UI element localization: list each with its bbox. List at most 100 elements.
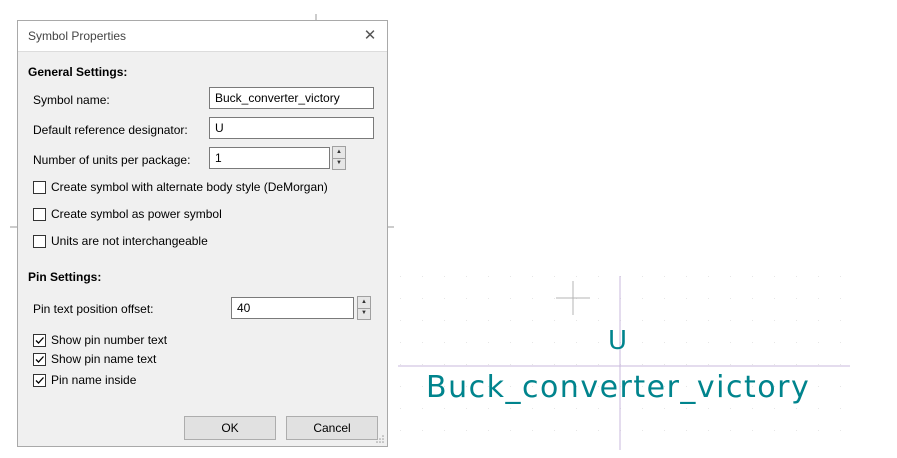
units-interchangeable-checkbox-label: Units are not interchangeable bbox=[51, 234, 208, 248]
grid-dot bbox=[510, 342, 511, 343]
grid-dot bbox=[510, 276, 511, 277]
grid-dot bbox=[422, 408, 423, 409]
dialog-titlebar[interactable]: Symbol Properties ✕ bbox=[18, 21, 387, 52]
resize-grip-icon[interactable] bbox=[375, 434, 385, 444]
grid-dot bbox=[796, 298, 797, 299]
grid-dot bbox=[554, 408, 555, 409]
grid-dot bbox=[708, 430, 709, 431]
grid-dot bbox=[532, 320, 533, 321]
grid-dot bbox=[708, 342, 709, 343]
demorgan-checkbox[interactable] bbox=[33, 181, 46, 194]
grid-dot bbox=[444, 430, 445, 431]
grid-dot bbox=[488, 342, 489, 343]
pin-offset-input[interactable]: 40 bbox=[231, 297, 354, 319]
grid-dot bbox=[466, 408, 467, 409]
grid-dot bbox=[642, 408, 643, 409]
pin-name-inside-checkbox[interactable] bbox=[33, 374, 46, 387]
grid-dot bbox=[598, 342, 599, 343]
grid-dot bbox=[840, 298, 841, 299]
grid-dot bbox=[730, 430, 731, 431]
grid-dot bbox=[818, 276, 819, 277]
grid-dot bbox=[752, 298, 753, 299]
grid-dot bbox=[752, 364, 753, 365]
grid-dot bbox=[686, 320, 687, 321]
checkmark-icon bbox=[35, 337, 44, 344]
symbol-value-text[interactable]: Buck_converter_victory bbox=[426, 370, 810, 406]
grid-dot bbox=[400, 320, 401, 321]
grid-dot bbox=[730, 298, 731, 299]
grid-dot bbox=[642, 430, 643, 431]
grid-dot bbox=[642, 320, 643, 321]
grid-dot bbox=[554, 320, 555, 321]
pin-settings-heading: Pin Settings: bbox=[28, 270, 102, 284]
show-pin-number-checkbox[interactable] bbox=[33, 334, 46, 347]
grid-dot bbox=[730, 408, 731, 409]
grid-dot bbox=[774, 342, 775, 343]
grid-dot bbox=[818, 386, 819, 387]
units-spin-control[interactable]: ▲ ▼ bbox=[332, 146, 346, 170]
grid-dot bbox=[576, 342, 577, 343]
power-symbol-checkbox[interactable] bbox=[33, 208, 46, 221]
grid-dot bbox=[840, 430, 841, 431]
grid-dot bbox=[576, 430, 577, 431]
grid-dot bbox=[796, 430, 797, 431]
grid-dot bbox=[554, 430, 555, 431]
grid-dot bbox=[576, 320, 577, 321]
grid-dot bbox=[664, 320, 665, 321]
grid-dot bbox=[554, 364, 555, 365]
pin-offset-spin-control[interactable]: ▲ ▼ bbox=[357, 296, 371, 320]
grid-dot bbox=[444, 408, 445, 409]
grid-dot bbox=[752, 408, 753, 409]
grid-dot bbox=[466, 276, 467, 277]
units-interchangeable-checkbox[interactable] bbox=[33, 235, 46, 248]
grid-dot bbox=[708, 298, 709, 299]
grid-dot bbox=[840, 276, 841, 277]
grid-dot bbox=[686, 276, 687, 277]
grid-dot bbox=[664, 430, 665, 431]
grid-dot bbox=[774, 408, 775, 409]
grid-dot bbox=[818, 320, 819, 321]
show-pin-name-checkbox[interactable] bbox=[33, 353, 46, 366]
spin-down-icon[interactable]: ▼ bbox=[333, 158, 345, 169]
grid-dot bbox=[598, 430, 599, 431]
grid-dot bbox=[532, 408, 533, 409]
grid-dot bbox=[598, 364, 599, 365]
grid-dot bbox=[664, 364, 665, 365]
reference-designator-text[interactable]: U bbox=[608, 326, 627, 356]
grid-dot bbox=[444, 298, 445, 299]
show-pin-number-label: Show pin number text bbox=[51, 333, 168, 347]
cancel-button[interactable]: Cancel bbox=[286, 416, 378, 440]
units-per-package-input[interactable]: 1 bbox=[209, 147, 330, 169]
grid-dot bbox=[730, 320, 731, 321]
grid-dot bbox=[730, 342, 731, 343]
spin-down-icon[interactable]: ▼ bbox=[358, 308, 370, 319]
grid-dot bbox=[576, 408, 577, 409]
grid-dot bbox=[840, 364, 841, 365]
grid-dot bbox=[400, 364, 401, 365]
grid-dot bbox=[532, 298, 533, 299]
grid-dot bbox=[774, 298, 775, 299]
ok-button[interactable]: OK bbox=[184, 416, 276, 440]
grid-dot bbox=[774, 364, 775, 365]
grid-dot bbox=[730, 364, 731, 365]
grid-dot bbox=[752, 430, 753, 431]
grid-dot bbox=[774, 276, 775, 277]
grid-dot bbox=[774, 430, 775, 431]
grid-dot bbox=[664, 276, 665, 277]
grid-dot bbox=[818, 342, 819, 343]
grid-dot bbox=[598, 320, 599, 321]
grid-dot bbox=[510, 320, 511, 321]
grid-dot bbox=[686, 342, 687, 343]
grid-dot bbox=[488, 408, 489, 409]
symbol-name-input[interactable]: Buck_converter_victory bbox=[209, 87, 374, 109]
grid-dot bbox=[818, 298, 819, 299]
grid-dot bbox=[422, 320, 423, 321]
grid-dot bbox=[752, 342, 753, 343]
grid-dot bbox=[466, 320, 467, 321]
grid-dot bbox=[466, 342, 467, 343]
general-settings-heading: General Settings: bbox=[28, 65, 128, 79]
grid-dot bbox=[686, 430, 687, 431]
close-icon[interactable]: ✕ bbox=[359, 25, 381, 47]
ref-designator-input[interactable]: U bbox=[209, 117, 374, 139]
grid-dot bbox=[466, 364, 467, 365]
